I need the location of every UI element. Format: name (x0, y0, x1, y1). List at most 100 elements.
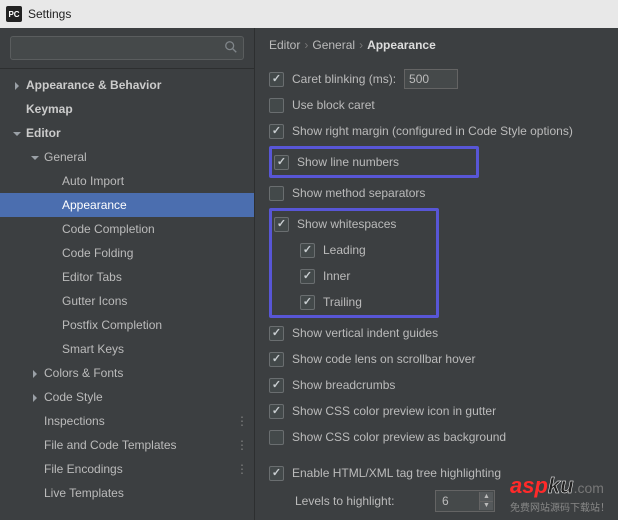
arrow-spacer (30, 464, 40, 474)
tree-item-general[interactable]: General (0, 145, 254, 169)
label-ws-leading: Leading (323, 243, 366, 257)
arrow-right-icon (30, 368, 40, 378)
app-icon: PC (6, 6, 22, 22)
option-show-right-margin: Show right margin (configured in Code St… (269, 118, 604, 144)
checkbox-ws-leading[interactable] (300, 243, 315, 258)
breadcrumb: Editor › General › Appearance (269, 38, 604, 52)
spinner-up-icon[interactable]: ▲ (479, 492, 493, 502)
tree-item-label: Colors & Fonts (44, 366, 123, 380)
tree-item-code-completion[interactable]: Code Completion (0, 217, 254, 241)
tree-item-label: Code Completion (62, 222, 155, 236)
label-show-line-numbers: Show line numbers (297, 155, 399, 169)
tree-item-appearance-behavior[interactable]: Appearance & Behavior (0, 73, 254, 97)
breadcrumb-0[interactable]: Editor (269, 38, 300, 52)
content-panel: Editor › General › Appearance Caret blin… (255, 28, 618, 520)
tree-item-label: Postfix Completion (62, 318, 162, 332)
checkbox-ws-inner[interactable] (300, 269, 315, 284)
tree-item-smart-keys[interactable]: Smart Keys (0, 337, 254, 361)
tree-item-editor[interactable]: Editor (0, 121, 254, 145)
checkbox-use-block-caret[interactable] (269, 98, 284, 113)
checkbox-breadcrumbs[interactable] (269, 378, 284, 393)
spinner-down-icon[interactable]: ▼ (479, 502, 493, 511)
option-css-bg: Show CSS color preview as background (269, 424, 604, 450)
project-scope-icon: ⋮ (236, 438, 246, 452)
tree-item-live-templates[interactable]: Live Templates (0, 481, 254, 505)
input-caret-blinking-ms[interactable] (404, 69, 458, 89)
checkbox-tag-tree[interactable] (269, 466, 284, 481)
field-opacity: Opacity: (269, 516, 604, 520)
tree-item-label: Live Templates (44, 486, 124, 500)
checkbox-code-lens[interactable] (269, 352, 284, 367)
option-caret-blinking: Caret blinking (ms): (269, 66, 604, 92)
tree-item-file-encodings[interactable]: File Encodings⋮ (0, 457, 254, 481)
option-vertical-indent: Show vertical indent guides (269, 320, 604, 346)
window-title: Settings (28, 7, 71, 21)
label-breadcrumbs: Show breadcrumbs (292, 378, 395, 392)
tree-item-code-style[interactable]: Code Style (0, 385, 254, 409)
tree-item-label: Smart Keys (62, 342, 124, 356)
label-caret-blinking: Caret blinking (ms): (292, 72, 396, 86)
checkbox-ws-trailing[interactable] (300, 295, 315, 310)
checkbox-show-right-margin[interactable] (269, 124, 284, 139)
highlight-whitespaces: Show whitespaces Leading Inner Trailing (269, 208, 439, 318)
label-show-method-separators: Show method separators (292, 186, 425, 200)
label-levels: Levels to highlight: (295, 494, 425, 508)
arrow-spacer (48, 176, 58, 186)
checkbox-css-bg[interactable] (269, 430, 284, 445)
checkbox-show-method-separators[interactable] (269, 186, 284, 201)
arrow-spacer (48, 296, 58, 306)
titlebar: PC Settings (0, 0, 618, 28)
tree-item-keymap[interactable]: Keymap (0, 97, 254, 121)
tree-item-gutter-icons[interactable]: Gutter Icons (0, 289, 254, 313)
arrow-spacer (48, 224, 58, 234)
option-css-gutter: Show CSS color preview icon in gutter (269, 398, 604, 424)
tree-item-auto-import[interactable]: Auto Import (0, 169, 254, 193)
tree-item-file-and-code-templates[interactable]: File and Code Templates ⋮ (0, 433, 254, 457)
checkbox-vertical-indent[interactable] (269, 326, 284, 341)
label-show-whitespaces: Show whitespaces (297, 217, 396, 231)
breadcrumb-2: Appearance (367, 38, 436, 52)
arrow-right-icon (12, 80, 22, 90)
search-icon (224, 40, 238, 54)
arrow-spacer (48, 200, 58, 210)
tree-item-label: Code Style (44, 390, 103, 404)
search-input[interactable] (10, 36, 244, 60)
tree-item-label: File and Code Templates (44, 438, 177, 452)
sidebar: Appearance & Behavior KeymapEditorGeneral… (0, 28, 255, 520)
option-code-lens: Show code lens on scrollbar hover (269, 346, 604, 372)
tree-item-postfix-completion[interactable]: Postfix Completion (0, 313, 254, 337)
option-show-method-separators: Show method separators (269, 180, 604, 206)
arrow-spacer (12, 104, 22, 114)
field-levels: Levels to highlight: 6 ▲ ▼ (269, 486, 604, 516)
label-css-bg: Show CSS color preview as background (292, 430, 506, 444)
option-ws-trailing: Trailing (274, 289, 434, 315)
checkbox-caret-blinking[interactable] (269, 72, 284, 87)
label-ws-inner: Inner (323, 269, 350, 283)
settings-tree: Appearance & Behavior KeymapEditorGeneral… (0, 69, 254, 520)
arrow-spacer (30, 440, 40, 450)
tree-item-label: Editor Tabs (62, 270, 122, 284)
tree-item-label: Gutter Icons (62, 294, 127, 308)
value-levels: 6 (442, 494, 449, 508)
arrow-down-icon (30, 152, 40, 162)
tree-item-label: File Encodings (44, 462, 123, 476)
checkbox-show-line-numbers[interactable] (274, 155, 289, 170)
tree-item-code-folding[interactable]: Code Folding (0, 241, 254, 265)
option-ws-leading: Leading (274, 237, 434, 263)
tree-item-label: Appearance & Behavior (26, 78, 161, 92)
tree-item-editor-tabs[interactable]: Editor Tabs (0, 265, 254, 289)
checkbox-show-whitespaces[interactable] (274, 217, 289, 232)
tree-item-label: Code Folding (62, 246, 133, 260)
arrow-spacer (48, 320, 58, 330)
chevron-right-icon: › (359, 38, 363, 52)
project-scope-icon: ⋮ (236, 414, 246, 428)
breadcrumb-1[interactable]: General (312, 38, 355, 52)
checkbox-css-gutter[interactable] (269, 404, 284, 419)
tree-item-label: Auto Import (62, 174, 124, 188)
tree-item-colors-fonts[interactable]: Colors & Fonts (0, 361, 254, 385)
tree-item-inspections[interactable]: Inspections⋮ (0, 409, 254, 433)
label-tag-tree: Enable HTML/XML tag tree highlighting (292, 466, 501, 480)
spinner-levels[interactable]: 6 ▲ ▼ (435, 490, 495, 512)
tree-item-appearance[interactable]: Appearance (0, 193, 254, 217)
option-show-whitespaces: Show whitespaces (274, 211, 434, 237)
